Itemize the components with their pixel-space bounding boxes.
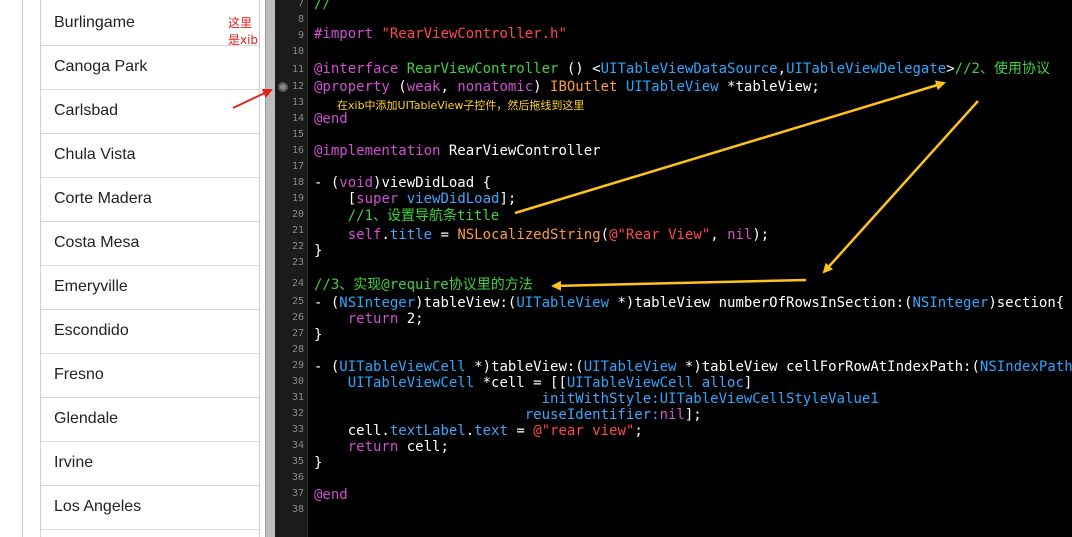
line-number: 27 xyxy=(291,328,304,339)
table-row[interactable]: Escondido xyxy=(41,311,259,354)
code-line: //3、实现@require协议里的方法 xyxy=(314,277,533,293)
cell-label: Escondido xyxy=(54,322,129,339)
code-line: reuseIdentifier:nil]; xyxy=(524,407,702,423)
table-row[interactable]: Irvine xyxy=(41,443,259,486)
xib-note: 这里是xib xyxy=(228,16,259,47)
line-number: 14 xyxy=(291,113,304,124)
line-number: 36 xyxy=(291,472,304,483)
table-view[interactable]: Burlingame Canoga Park Carlsbad Chula Vi… xyxy=(40,0,260,537)
code-line: @implementation RearViewController xyxy=(314,143,601,159)
line-number: 13 xyxy=(291,97,304,108)
line-number: 19 xyxy=(291,193,304,204)
cell-label: Corte Madera xyxy=(54,190,152,207)
line-number: 16 xyxy=(291,145,304,156)
cell-label: Los Angeles xyxy=(54,498,142,515)
cell-label: Emeryville xyxy=(54,278,128,295)
code-line: //1、设置导航条title xyxy=(314,208,500,224)
simulator-edge xyxy=(22,0,23,537)
line-number: 29 xyxy=(291,360,304,371)
table-row[interactable]: Canoga Park xyxy=(41,47,259,90)
line-number: 10 xyxy=(291,46,304,57)
cell-label: Chula Vista xyxy=(54,146,136,163)
table-row[interactable]: Chula Vista xyxy=(41,135,259,178)
line-number: 26 xyxy=(291,312,304,323)
code-line: - (NSInteger)tableView:(UITableView *)ta… xyxy=(314,295,1065,311)
cell-label: Canoga Park xyxy=(54,58,148,75)
outlet-connection-icon[interactable] xyxy=(278,82,288,92)
line-number: 33 xyxy=(291,424,304,435)
table-row[interactable]: Carlsbad xyxy=(41,91,259,134)
code-line: } xyxy=(314,455,323,471)
line-number: 30 xyxy=(291,376,304,387)
line-number: 35 xyxy=(291,456,304,467)
table-row[interactable]: Los Angeles xyxy=(41,487,259,530)
simulator-panel: Burlingame Canoga Park Carlsbad Chula Vi… xyxy=(0,0,265,537)
line-number: 11 xyxy=(291,64,304,75)
code-line: return cell; xyxy=(347,439,449,455)
line-number: 24 xyxy=(291,278,304,289)
line-number: 15 xyxy=(291,129,304,140)
cell-label: Burlingame xyxy=(54,14,135,31)
cell-label: Costa Mesa xyxy=(54,234,140,251)
cell-label: Fresno xyxy=(54,366,104,383)
code-line: - (UITableViewCell *)tableView:(UITableV… xyxy=(314,359,1072,375)
line-number: 9 xyxy=(297,30,304,41)
code-line: // xyxy=(314,0,331,12)
line-number: 18 xyxy=(291,177,304,188)
line-number: 38 xyxy=(291,504,304,515)
code-line: @property (weak, nonatomic) IBOutlet UIT… xyxy=(314,79,820,95)
line-number: 17 xyxy=(291,161,304,172)
cell-label: Glendale xyxy=(54,410,119,427)
code-line: UITableViewCell *cell = [[UITableViewCel… xyxy=(347,375,753,391)
line-number: 28 xyxy=(291,344,304,355)
line-number: 32 xyxy=(291,408,304,419)
table-row[interactable]: Burlingame xyxy=(41,3,259,46)
table-row[interactable]: Emeryville xyxy=(41,267,259,310)
cell-label: Irvine xyxy=(54,454,94,471)
line-number: 8 xyxy=(297,14,304,25)
line-number: 21 xyxy=(291,225,304,236)
code-line: [super viewDidLoad]; xyxy=(314,191,517,207)
code-line: @end xyxy=(314,487,348,503)
code-line: } xyxy=(314,327,323,343)
table-row[interactable]: Corte Madera xyxy=(41,179,259,222)
line-number: 37 xyxy=(291,488,304,499)
code-editor[interactable]: // #import "RearViewController.h" @inter… xyxy=(308,0,1072,537)
table-row[interactable]: Fresno xyxy=(41,355,259,398)
xib-annotation: 在xib中添加UITableView子控件，然后拖线到这里 xyxy=(337,99,585,112)
code-line: self.title = NSLocalizedString(@"Rear Vi… xyxy=(347,227,770,243)
cell-label: Carlsbad xyxy=(54,102,119,119)
code-line: - (void)viewDidLoad { xyxy=(314,175,492,191)
line-number: 31 xyxy=(291,392,304,403)
line-number: 22 xyxy=(291,241,304,252)
code-line: @interface RearViewController () <UITabl… xyxy=(314,61,1050,77)
line-number: 23 xyxy=(291,257,304,268)
code-line: @end xyxy=(314,111,348,127)
table-row[interactable]: Glendale xyxy=(41,399,259,442)
line-number: 7 xyxy=(297,0,304,9)
code-line: return 2; xyxy=(347,311,424,327)
code-line: #import "RearViewController.h" xyxy=(314,26,567,42)
line-number: 20 xyxy=(291,209,304,220)
code-line: cell.textLabel.text = @"rear view"; xyxy=(347,423,643,439)
line-number: 34 xyxy=(291,440,304,451)
table-row[interactable]: Costa Mesa xyxy=(41,223,259,266)
line-number-gutter: 7 8 9 10 11 12 13 14 15 16 17 18 19 20 2… xyxy=(275,0,308,537)
line-number: 25 xyxy=(291,296,304,307)
code-line: } xyxy=(314,243,323,259)
code-line: initWithStyle:UITableViewCellStyleValue1 xyxy=(541,391,879,407)
